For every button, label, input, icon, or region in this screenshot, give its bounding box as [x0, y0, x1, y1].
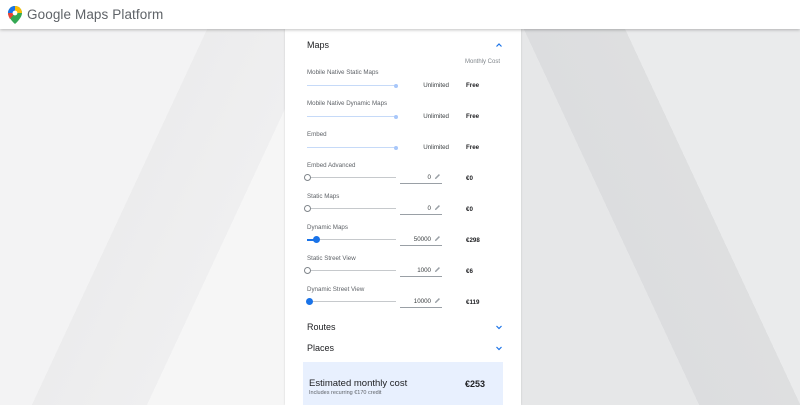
product-row: Static Street View 1000 €6 [285, 255, 521, 286]
maps-section-header[interactable]: Maps [307, 37, 503, 53]
product-name: Mobile Native Static Maps [307, 69, 379, 76]
slider-handle[interactable] [394, 83, 398, 88]
slider-handle[interactable] [394, 145, 398, 150]
product-row: Static Maps 0 €0 [285, 193, 521, 224]
usage-slider[interactable] [303, 267, 396, 274]
usage-slider[interactable] [307, 83, 398, 88]
background-left [0, 29, 285, 405]
usage-slider[interactable] [307, 145, 398, 150]
top-bar: Google Maps Platform [0, 0, 800, 29]
pencil-icon[interactable] [434, 297, 441, 304]
monthly-cost-value: Free [466, 144, 480, 151]
maps-logo-icon[interactable] [8, 5, 22, 24]
estimate-value: €253 [464, 379, 485, 389]
slider-handle[interactable] [394, 114, 398, 119]
places-section-title: Places [307, 343, 335, 353]
monthly-cost-value: €119 [466, 299, 480, 306]
pricing-panel: Maps Monthly Cost Mobile Native Static M… [285, 29, 521, 405]
usage-slider[interactable] [303, 174, 396, 181]
product-row: Mobile Native Static Maps Unlimited Free [285, 69, 521, 100]
input-underline [400, 307, 442, 308]
usage-slider[interactable] [307, 236, 396, 243]
input-underline [400, 214, 442, 215]
chevron-down-icon[interactable] [495, 323, 503, 331]
pencil-icon[interactable] [434, 204, 441, 211]
product-name: Mobile Native Dynamic Maps [307, 100, 388, 107]
product-row: Dynamic Street View 10000 €119 [285, 286, 521, 317]
monthly-cost-value: €0 [466, 206, 473, 213]
input-underline [400, 276, 442, 277]
product-name: Embed Advanced [307, 162, 356, 169]
product-name: Static Maps [307, 193, 340, 200]
product-row: Dynamic Maps 50000 €298 [285, 224, 521, 255]
estimate-box: Estimated monthly cost Includes recurrin… [303, 362, 503, 405]
product-row: Embed Advanced 0 €0 [285, 162, 521, 193]
product-name: Dynamic Street View [307, 286, 365, 293]
usage-slider[interactable] [305, 298, 396, 305]
chevron-up-icon[interactable] [495, 41, 503, 49]
background-right [515, 29, 800, 405]
usage-slider[interactable] [303, 205, 396, 212]
routes-section-header[interactable]: Routes [307, 319, 503, 335]
quantity-unlimited: Unlimited [423, 144, 449, 151]
pencil-icon[interactable] [434, 235, 441, 242]
product-name: Dynamic Maps [307, 224, 348, 231]
monthly-cost-value: €6 [466, 268, 473, 275]
slider-handle[interactable] [305, 298, 313, 305]
product-row: Mobile Native Dynamic Maps Unlimited Free [285, 100, 521, 131]
slider-handle[interactable] [303, 267, 311, 274]
product-row: Embed Unlimited Free [285, 131, 521, 162]
slider-handle[interactable] [303, 174, 311, 181]
input-underline [400, 245, 442, 246]
quantity-unlimited: Unlimited [423, 113, 449, 120]
maps-section-title: Maps [307, 40, 330, 50]
chevron-down-icon[interactable] [495, 344, 503, 352]
slider-handle[interactable] [303, 205, 311, 212]
monthly-cost-value: Free [466, 82, 480, 89]
pencil-icon[interactable] [434, 173, 441, 180]
monthly-cost-value: Free [466, 113, 480, 120]
product-name: Embed [307, 131, 327, 138]
brand-title[interactable]: Google Maps Platform [27, 7, 163, 22]
pencil-icon[interactable] [434, 266, 441, 273]
monthly-cost-header: Monthly Cost [465, 59, 501, 65]
usage-slider[interactable] [307, 114, 398, 119]
estimate-title: Estimated monthly cost [309, 378, 408, 389]
estimate-subtitle: Includes recurring €170 credit [309, 390, 382, 396]
monthly-cost-value: €298 [466, 237, 480, 244]
routes-section-title: Routes [307, 322, 336, 332]
product-name: Static Street View [307, 255, 356, 262]
slider-handle[interactable] [312, 236, 320, 243]
places-section-header[interactable]: Places [307, 340, 503, 356]
quantity-unlimited: Unlimited [423, 82, 449, 89]
monthly-cost-value: €0 [466, 175, 473, 182]
input-underline [400, 183, 442, 184]
